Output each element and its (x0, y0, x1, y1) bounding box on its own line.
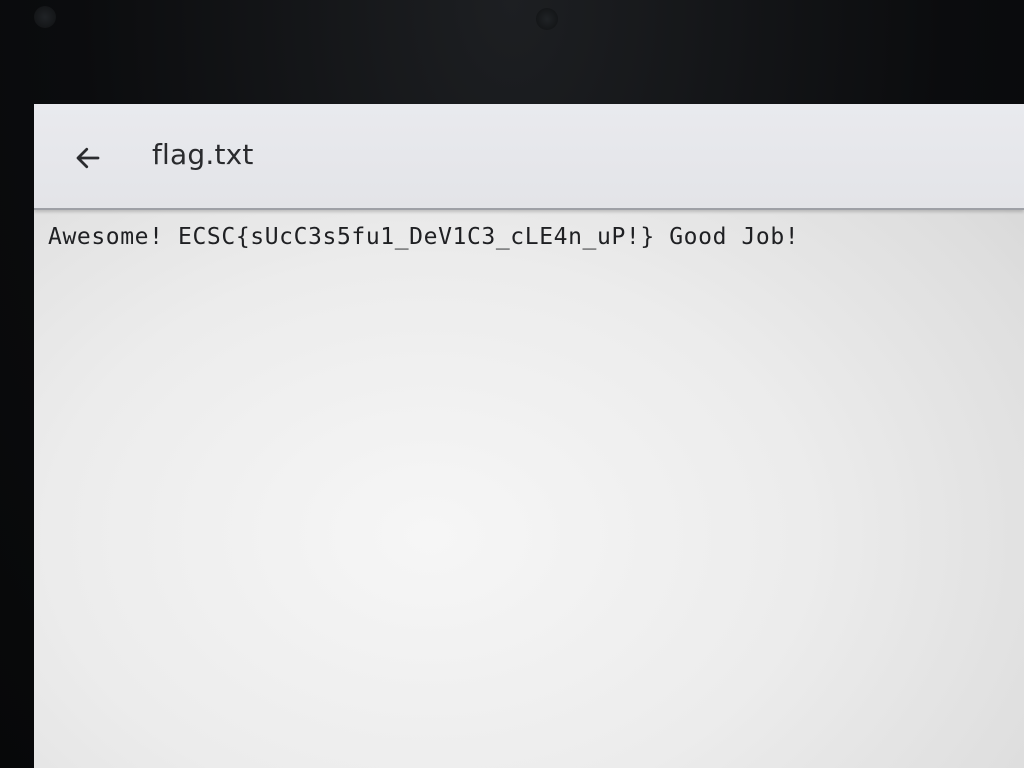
bezel-sensor (34, 6, 56, 28)
file-content-text: Awesome! ECSC{sUcC3s5fu1_DeV1C3_cLE4n_uP… (48, 224, 800, 250)
app-bar: flag.txt (34, 104, 1024, 210)
file-title: flag.txt (152, 138, 254, 171)
front-camera (536, 8, 558, 30)
arrow-left-icon (76, 147, 100, 169)
back-button[interactable] (68, 138, 108, 178)
screen: flag.txt Awesome! ECSC{sUcC3s5fu1_DeV1C3… (34, 104, 1024, 768)
